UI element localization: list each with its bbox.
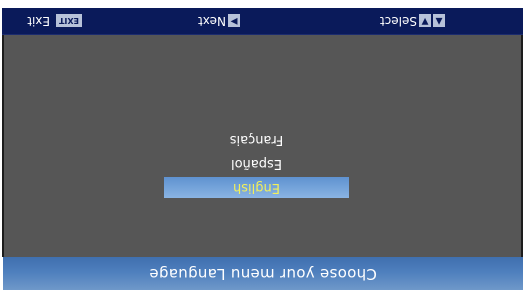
language-option-english[interactable]: English <box>164 177 349 198</box>
exit-hint-label: Exit <box>27 14 50 28</box>
select-hint: ▲ ▼ Select <box>380 13 445 29</box>
language-option-espanol[interactable]: Español <box>164 153 349 174</box>
page-title: Choose your menu Language <box>149 265 377 283</box>
title-bar: Choose your menu Language <box>3 256 523 290</box>
key-hint-bar: ▲ ▼ Select ▶ Next EXIT Exit <box>2 8 523 35</box>
next-hint-label: Next <box>198 14 226 28</box>
exit-key-icon: EXIT <box>56 14 82 28</box>
down-arrow-key-icon: ▼ <box>419 14 431 28</box>
select-hint-label: Select <box>379 14 417 28</box>
rotated-screen: Choose your menu Language English Españo… <box>0 0 532 299</box>
up-arrow-key-icon: ▲ <box>433 14 445 28</box>
next-hint: ▶ Next <box>198 13 240 29</box>
menu-body: English Español Français <box>2 35 523 257</box>
language-option-francais[interactable]: Français <box>164 129 349 150</box>
language-menu: Choose your menu Language English Españo… <box>0 0 532 299</box>
exit-hint: EXIT Exit <box>27 13 82 29</box>
right-arrow-key-icon: ▶ <box>228 14 240 28</box>
